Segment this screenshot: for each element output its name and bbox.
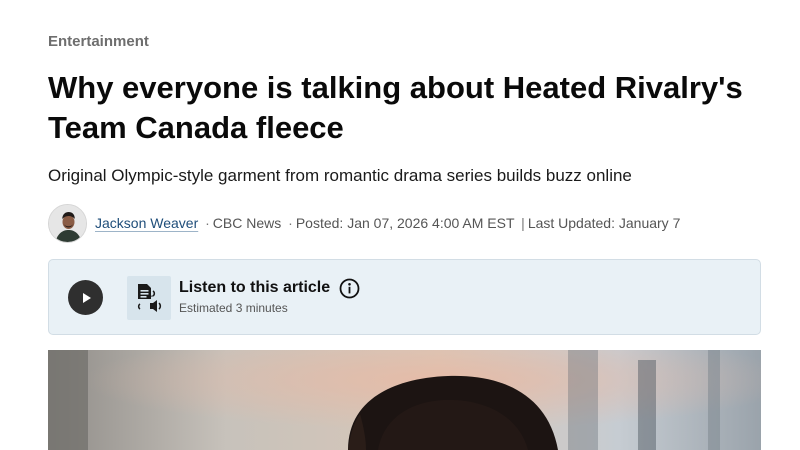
- author-link[interactable]: Jackson Weaver: [95, 215, 198, 231]
- byline: Jackson Weaver · CBC News · Posted: Jan 07…: [48, 203, 761, 243]
- byline-text: Jackson Weaver · CBC News · Posted: Jan 07…: [95, 215, 680, 231]
- play-icon: [82, 292, 91, 303]
- hero-image: [48, 350, 761, 450]
- author-avatar[interactable]: [48, 203, 87, 243]
- listen-title: Listen to this article: [179, 279, 331, 296]
- pipe-separator: |: [521, 215, 525, 231]
- document-audio-icon: [127, 276, 171, 320]
- info-icon[interactable]: [339, 278, 360, 299]
- dot-separator: ·: [288, 215, 293, 231]
- article-page: Entertainment Why everyone is talking ab…: [48, 0, 761, 450]
- listen-estimate: Estimated 3 minutes: [179, 301, 288, 315]
- article-headline: Why everyone is talking about Heated Riv…: [48, 70, 743, 145]
- posted-date: Posted: Jan 07, 2026 4:00 AM EST: [295, 215, 515, 231]
- article-deck: Original Olympic-style garment from roma…: [48, 166, 632, 185]
- category-link[interactable]: Entertainment: [48, 33, 149, 50]
- dot-separator: ·: [205, 215, 210, 231]
- play-button[interactable]: [68, 280, 103, 315]
- outlet-name: CBC News: [212, 215, 282, 231]
- updated-date: Last Updated: January 7: [527, 215, 681, 231]
- listen-to-article-panel: Listen to this article Estimated 3 minut…: [48, 259, 761, 335]
